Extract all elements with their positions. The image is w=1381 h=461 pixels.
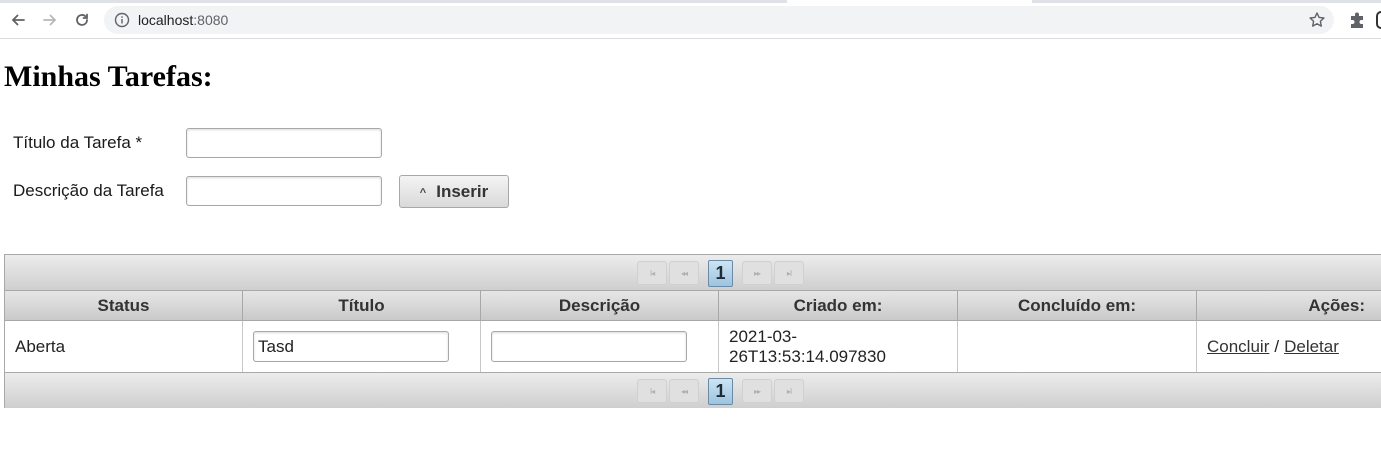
created-date: 2021-03- 26T13:53:14.097830: [729, 327, 886, 367]
last-page-button[interactable]: ▸I: [774, 379, 804, 403]
task-title-label: Título da Tarefa *: [13, 133, 143, 152]
back-arrow-icon: [11, 14, 25, 26]
url-port: :8080: [193, 12, 229, 28]
cell-created: 2021-03- 26T13:53:14.097830: [719, 321, 958, 372]
current-page-button[interactable]: 1: [708, 260, 733, 287]
cell-title: [243, 321, 481, 372]
cell-description: [481, 321, 719, 372]
column-header-status[interactable]: Status: [5, 291, 243, 320]
cell-actions: Concluir / Deletar: [1197, 321, 1381, 372]
first-page-button[interactable]: I◂: [637, 379, 667, 403]
row-title-input[interactable]: [253, 331, 449, 362]
cell-completed: [958, 321, 1197, 372]
current-page-button[interactable]: 1: [708, 378, 733, 405]
task-description-input[interactable]: [186, 176, 382, 206]
next-page-button[interactable]: ▸▸: [742, 261, 772, 285]
created-date-line2: 26T13:53:14.097830: [729, 346, 886, 366]
column-header-title[interactable]: Título: [243, 291, 481, 320]
reload-icon: [76, 13, 88, 26]
address-bar[interactable]: localhost:8080: [104, 6, 1334, 34]
info-icon[interactable]: [114, 12, 130, 28]
bookmark-star-icon[interactable]: [1308, 11, 1326, 29]
column-header-description[interactable]: Descrição: [481, 291, 719, 320]
column-header-created[interactable]: Criado em:: [719, 291, 958, 320]
complete-link[interactable]: Concluir: [1207, 337, 1269, 357]
back-button[interactable]: [6, 8, 30, 32]
page-title: Minhas Tarefas:: [4, 60, 213, 93]
column-header-actions: Ações:: [1308, 295, 1365, 315]
column-header-completed[interactable]: Concluído em:: [958, 291, 1197, 320]
reload-button[interactable]: [70, 8, 94, 32]
profile-avatar-icon[interactable]: [1376, 11, 1381, 29]
prev-page-button[interactable]: ◂◂: [669, 379, 699, 403]
first-page-button[interactable]: I◂: [637, 261, 667, 285]
insert-button-label: Inserir: [436, 181, 489, 201]
paginator-bottom: I◂ ◂◂ 1 ▸▸ ▸I: [5, 372, 1381, 408]
forward-arrow-icon: [43, 14, 57, 26]
browser-toolbar: localhost:8080: [0, 0, 1381, 39]
delete-link[interactable]: Deletar: [1284, 337, 1339, 357]
created-date-line1: 2021-03-: [729, 326, 798, 346]
insert-button[interactable]: ^ Inserir: [399, 175, 509, 208]
task-title-input[interactable]: [186, 128, 382, 158]
forward-button[interactable]: [38, 8, 62, 32]
url-text: localhost:8080: [138, 12, 228, 28]
prev-page-button[interactable]: ◂◂: [669, 261, 699, 285]
task-description-label: Descrição da Tarefa: [13, 181, 164, 200]
next-page-button[interactable]: ▸▸: [742, 379, 772, 403]
row-description-input[interactable]: [491, 331, 687, 362]
table-header: Status Título Descrição Criado em: Concl…: [5, 291, 1381, 321]
url-host: localhost: [138, 12, 194, 28]
caret-up-icon: ^: [419, 186, 427, 199]
action-separator: /: [1274, 336, 1280, 356]
table-row: Aberta 2021-03- 26T13:53:14.097830 Concl…: [5, 321, 1381, 372]
tasks-table: I◂ ◂◂ 1 ▸▸ ▸I Status Título Descrição Cr…: [4, 254, 1381, 408]
extensions-puzzle-icon[interactable]: [1348, 10, 1368, 30]
cell-status: Aberta: [5, 321, 243, 372]
paginator-top: I◂ ◂◂ 1 ▸▸ ▸I: [5, 255, 1381, 291]
tab-strip-edge: [0, 0, 1381, 3]
last-page-button[interactable]: ▸I: [774, 261, 804, 285]
